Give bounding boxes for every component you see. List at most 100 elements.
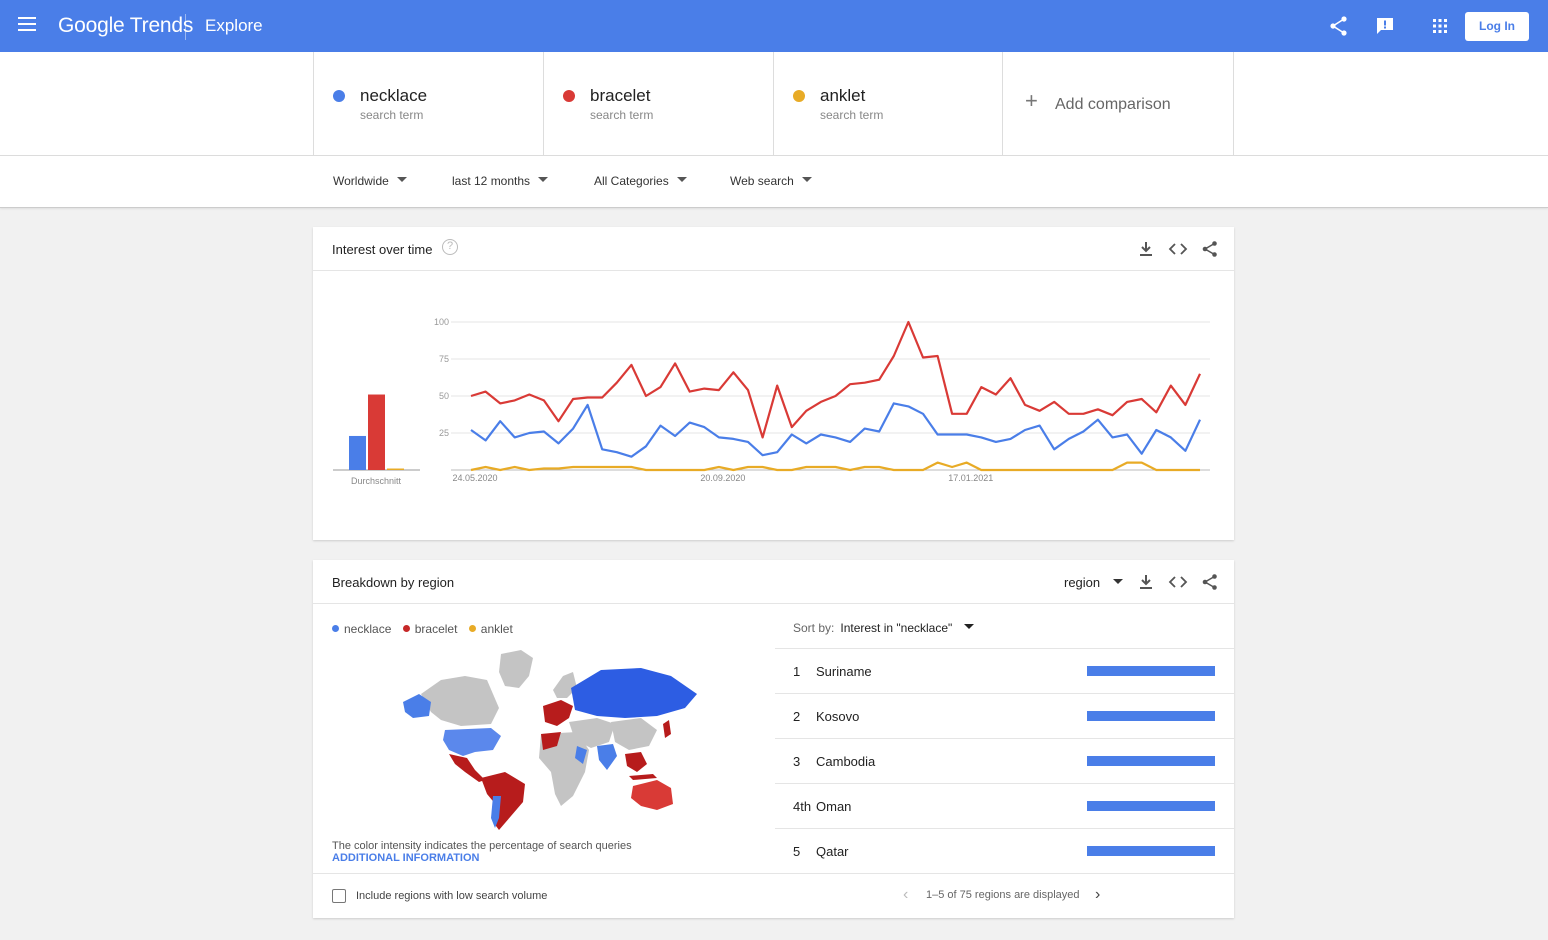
caret-down-icon (538, 177, 549, 183)
help-icon[interactable]: ? (442, 239, 458, 255)
map-region-southeast-asia[interactable] (625, 752, 647, 772)
apps-icon[interactable] (1428, 14, 1452, 38)
map-region-canada[interactable] (421, 676, 499, 726)
map-note: The color intensity indicates the percen… (332, 840, 632, 852)
time-filter[interactable]: last 12 months (452, 174, 549, 188)
y-tick-label: 25 (439, 428, 449, 438)
term-color-dot (563, 90, 575, 102)
caret-down-icon (801, 177, 812, 183)
time-filter-label: last 12 months (452, 174, 531, 188)
caret-down-icon (676, 177, 687, 183)
world-map[interactable] (401, 646, 701, 836)
filter-bar: Worldwide last 12 months All Categories … (0, 156, 1548, 208)
region-filter[interactable]: Worldwide (333, 174, 407, 188)
legend-label: anklet (480, 622, 513, 636)
region-filter-label: Worldwide (333, 174, 389, 188)
legend-label: necklace (344, 622, 392, 636)
share-icon[interactable] (1200, 239, 1220, 259)
map-region-japan[interactable] (663, 720, 671, 738)
embed-icon[interactable] (1168, 239, 1188, 259)
page-title: Explore (205, 16, 263, 35)
google-trends-logo[interactable]: Google Trends (58, 14, 193, 38)
add-comparison-button[interactable]: + Add comparison (1002, 52, 1234, 155)
header-divider (185, 14, 186, 40)
download-icon[interactable] (1136, 239, 1156, 259)
region-value-bar (1087, 756, 1215, 766)
plus-icon: + (1025, 88, 1038, 113)
legend-item-necklace: necklace (332, 622, 391, 636)
map-region-china[interactable] (611, 718, 657, 750)
region-value-bar (1087, 666, 1215, 676)
term-color-dot (793, 90, 805, 102)
region-ranking-list: 1 Suriname 2 Kosovo 3 Cambodia 4th Oman … (775, 648, 1234, 873)
search-type-filter[interactable]: Web search (730, 174, 812, 188)
average-bar-anklet (387, 468, 404, 470)
map-region-india[interactable] (597, 744, 617, 770)
region-name: Oman (816, 799, 852, 814)
sort-value[interactable]: Interest in "necklace" (840, 621, 952, 635)
term-name: necklace (360, 86, 428, 105)
map-region-australia[interactable] (631, 780, 673, 810)
map-region-greenland[interactable] (499, 650, 533, 688)
map-region-europe[interactable] (543, 700, 573, 726)
top-bar: Google Trends Explore Log In (0, 0, 1548, 52)
region-row[interactable]: 1 Suriname (775, 648, 1234, 693)
region-value-bar (1087, 801, 1215, 811)
logo-trends: Trends (129, 14, 194, 37)
region-name: Qatar (816, 844, 849, 859)
y-tick-label: 75 (439, 354, 449, 364)
add-comparison-label: Add comparison (1055, 96, 1171, 113)
term-color-dot (333, 90, 345, 102)
map-region-south-america[interactable] (481, 772, 525, 830)
map-region-indonesia[interactable] (629, 774, 657, 780)
term-name: anklet (820, 86, 866, 105)
legend-item-bracelet: bracelet (402, 622, 457, 636)
interest-over-time-card: Interest over time ? Durchschnitt 100 75 5… (313, 227, 1234, 540)
term-bracelet[interactable]: bracelet search term (543, 52, 773, 155)
resolution-select[interactable]: region (1064, 575, 1124, 590)
share-icon[interactable] (1200, 572, 1220, 592)
card-title: Breakdown by region (332, 575, 455, 590)
interest-chart: Durchschnitt 100 75 50 25 24.05.2020 20.09.20… (333, 317, 1210, 486)
term-type: search term (360, 108, 424, 122)
region-row[interactable]: 2 Kosovo (775, 693, 1234, 738)
series-line-bracelet (470, 320, 1201, 439)
region-row[interactable]: 4th Oman (775, 783, 1234, 828)
legend-dot (468, 625, 476, 633)
login-button[interactable]: Log In (1465, 12, 1529, 41)
search-type-filter-label: Web search (730, 174, 794, 188)
share-icon[interactable] (1327, 14, 1351, 38)
low-volume-label: Include regions with low search volume (356, 890, 548, 902)
caret-down-icon (396, 177, 407, 183)
legend-dot (332, 625, 339, 633)
map-region-usa[interactable] (443, 728, 501, 756)
region-row[interactable]: 5 Qatar (775, 828, 1234, 873)
feedback-icon[interactable] (1373, 14, 1397, 38)
term-necklace[interactable]: necklace search term (313, 52, 543, 155)
region-value-bar (1087, 711, 1215, 721)
sort-control[interactable]: Sort by: Interest in "necklace" (793, 621, 975, 635)
chevron-left-icon[interactable]: ‹ (903, 886, 908, 904)
y-tick-label: 100 (434, 317, 449, 327)
category-filter-label: All Categories (594, 174, 669, 188)
map-region-russia[interactable] (571, 668, 697, 718)
category-filter[interactable]: All Categories (594, 174, 687, 188)
download-icon[interactable] (1136, 572, 1156, 592)
region-rank: 5 (793, 844, 801, 859)
menu-icon[interactable] (18, 17, 36, 35)
chevron-right-icon[interactable]: › (1095, 886, 1100, 904)
card-header: Interest over time ? (313, 227, 1234, 271)
legend-dot (402, 625, 410, 633)
x-tick-label: 24.05.2020 (452, 473, 497, 483)
caret-down-icon (964, 624, 975, 630)
low-volume-checkbox[interactable] (332, 889, 346, 903)
map-region-mexico[interactable] (449, 754, 485, 782)
embed-icon[interactable] (1168, 572, 1188, 592)
average-label: Durchschnitt (351, 476, 402, 486)
term-anklet[interactable]: anklet search term (773, 52, 1003, 155)
y-tick-label: 50 (439, 391, 449, 401)
region-row[interactable]: 3 Cambodia (775, 738, 1234, 783)
region-breakdown-card: Breakdown by region region necklace brac… (313, 560, 1234, 918)
average-bar-necklace (349, 435, 366, 470)
additional-information-link[interactable]: ADDITIONAL INFORMATION (332, 852, 479, 864)
